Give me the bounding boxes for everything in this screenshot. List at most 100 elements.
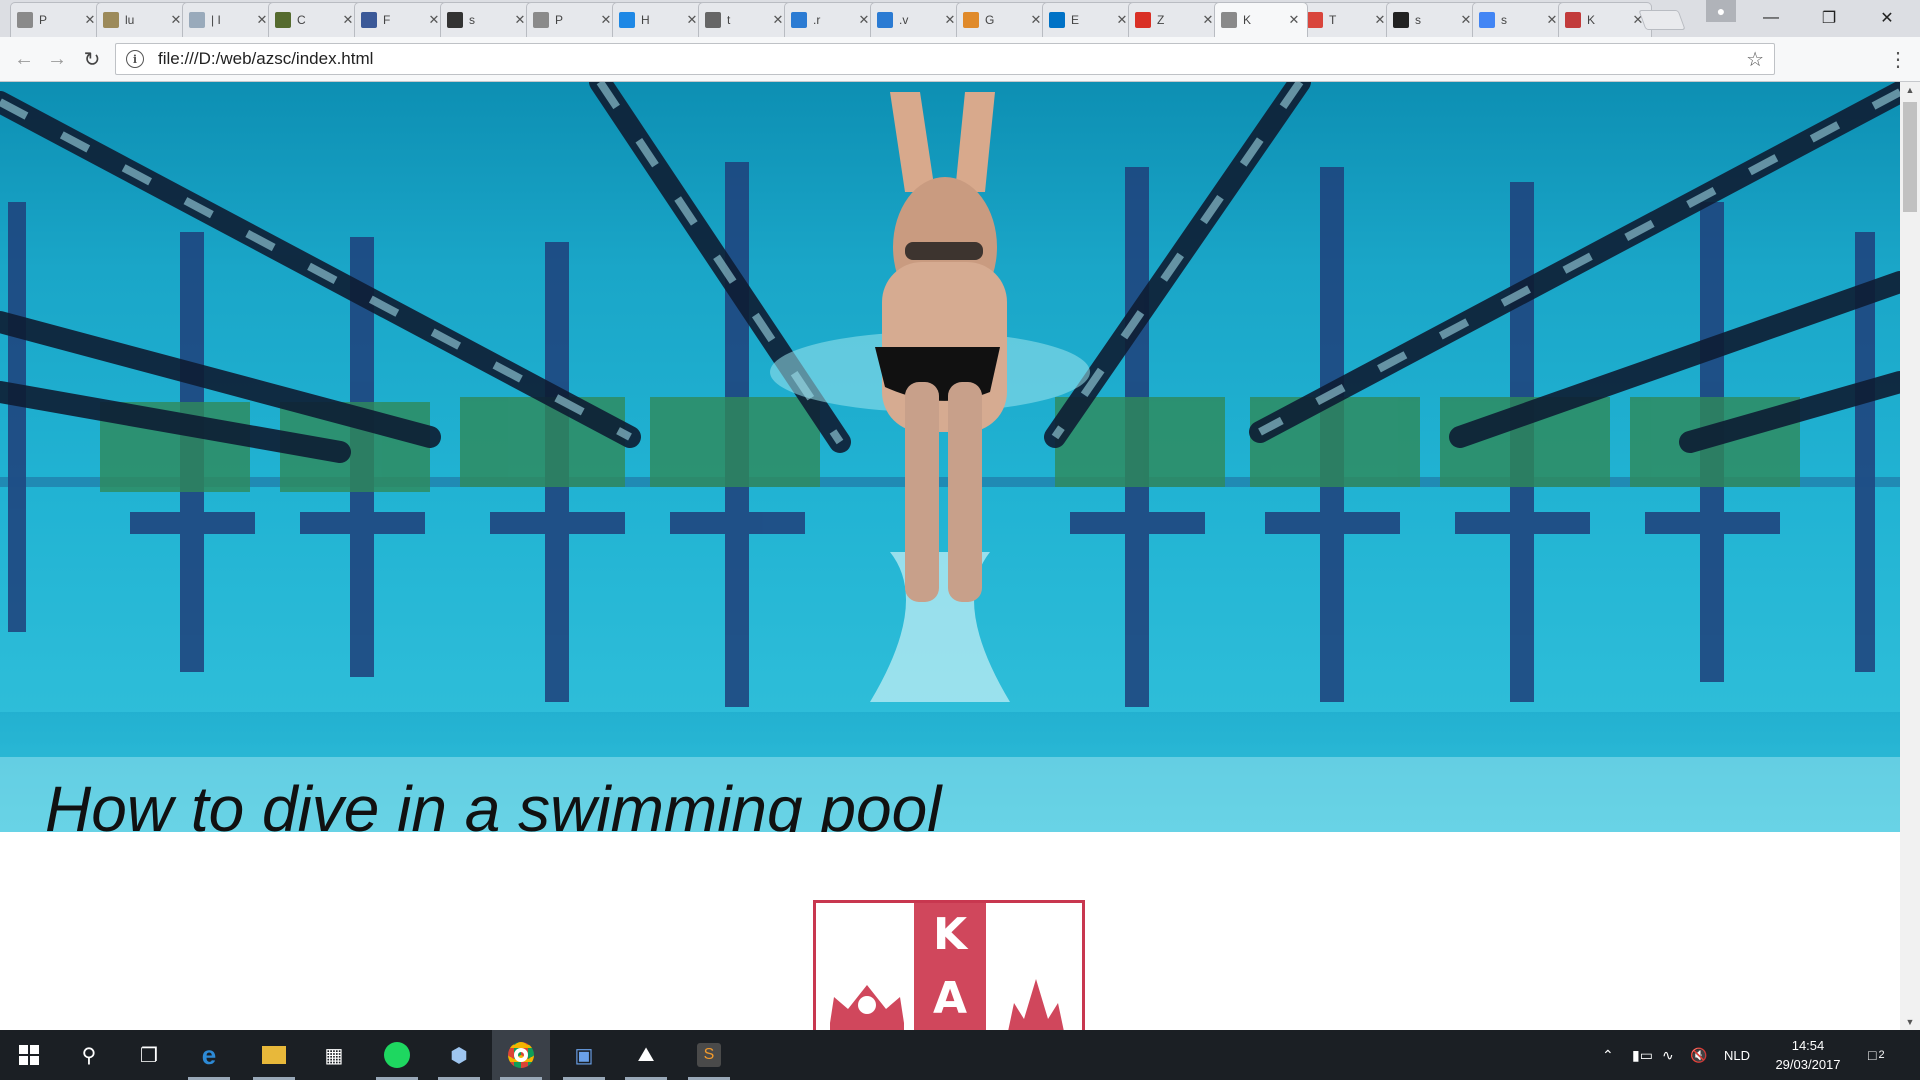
gmail-icon	[1135, 12, 1151, 28]
flame-icon	[1008, 979, 1064, 1030]
close-tab-icon[interactable]: ✕	[513, 12, 527, 28]
tab-title: s	[469, 13, 475, 27]
browser-tab[interactable]: .r ✕	[784, 2, 878, 37]
bookmark-star-icon[interactable]: ☆	[1746, 47, 1764, 72]
taskbar-network-app[interactable]: ▣	[555, 1030, 613, 1080]
person-icon: ●	[1716, 3, 1726, 19]
more-vert-icon: ⋮	[1888, 49, 1908, 71]
browser-menu-button[interactable]: ⋮	[1888, 47, 1908, 72]
tab-title: K	[1587, 13, 1596, 27]
address-bar[interactable]: i file:///D:/web/azsc/index.html ☆	[115, 43, 1775, 75]
browser-tab[interactable]: s ✕	[1386, 2, 1480, 37]
browser-tab[interactable]: C ✕	[268, 2, 362, 37]
close-tab-icon[interactable]: ✕	[1459, 12, 1473, 28]
profile-button[interactable]: ●	[1706, 0, 1736, 22]
browser-tab[interactable]: lu ✕	[96, 2, 190, 37]
minimize-button[interactable]: —	[1742, 0, 1800, 36]
restore-button[interactable]: ❐	[1800, 0, 1858, 36]
taskbar-file-explorer[interactable]	[245, 1030, 303, 1080]
back-button[interactable]: ←	[10, 45, 38, 73]
taskbar-virtualbox[interactable]: ⬢	[430, 1030, 488, 1080]
tab-title: G	[985, 13, 995, 27]
club-logo: K A	[813, 900, 1085, 1030]
forward-button[interactable]: →	[43, 45, 71, 73]
search-button[interactable]: ⚲	[60, 1030, 118, 1080]
close-tab-icon[interactable]: ✕	[771, 12, 785, 28]
tab-title: t	[727, 13, 731, 27]
close-window-button[interactable]: ✕	[1858, 0, 1916, 36]
scroll-up-arrow-icon[interactable]: ▲	[1900, 82, 1920, 98]
close-tab-icon[interactable]: ✕	[857, 12, 871, 28]
browser-tab[interactable]: | I ✕	[182, 2, 276, 37]
show-hidden-icons-button[interactable]: ⌃	[1602, 1030, 1614, 1080]
info-icon[interactable]: i	[126, 50, 144, 68]
browser-tab[interactable]: T ✕	[1300, 2, 1394, 37]
reload-button[interactable]: ↻	[78, 45, 106, 73]
browser-tab[interactable]: P ✕	[526, 2, 620, 37]
close-tab-icon[interactable]: ✕	[1115, 12, 1129, 28]
close-tab-icon[interactable]: ✕	[1201, 12, 1215, 28]
close-tab-icon[interactable]: ✕	[1029, 12, 1043, 28]
close-tab-icon[interactable]: ✕	[255, 12, 269, 28]
wifi-button[interactable]: ∿	[1662, 1030, 1674, 1080]
scroll-down-arrow-icon[interactable]: ▼	[1900, 1014, 1920, 1030]
close-tab-icon[interactable]: ✕	[943, 12, 957, 28]
tab-title: | I	[211, 13, 221, 27]
browser-tab[interactable]: G ✕	[956, 2, 1050, 37]
close-tab-icon[interactable]: ✕	[685, 12, 699, 28]
close-icon: ✕	[1880, 10, 1894, 27]
close-tab-icon[interactable]: ✕	[427, 12, 441, 28]
browser-tab[interactable]: Z ✕	[1128, 2, 1222, 37]
language-indicator[interactable]: NLD	[1724, 1030, 1750, 1080]
browser-tab[interactable]: F ✕	[354, 2, 448, 37]
store-icon: ▦	[324, 1044, 344, 1067]
taskbar-photos[interactable]: ⛰	[617, 1030, 675, 1080]
close-tab-icon[interactable]: ✕	[341, 12, 355, 28]
battery-button[interactable]: ▮▭	[1632, 1030, 1653, 1080]
close-tab-icon[interactable]: ✕	[169, 12, 183, 28]
tab-title: P	[555, 13, 564, 27]
system-clock[interactable]: 14:54 29/03/2017	[1773, 1036, 1843, 1074]
tab-title: F	[383, 13, 391, 27]
action-center-button[interactable]: □ 2	[1868, 1030, 1885, 1080]
file-explorer-icon	[262, 1046, 286, 1064]
browser-tab[interactable]: H ✕	[612, 2, 706, 37]
browser-tab[interactable]: s ✕	[440, 2, 534, 37]
taskbar-edge[interactable]: e	[180, 1030, 238, 1080]
diver-figure	[875, 92, 1007, 602]
browser-toolbar: ← → ↻ i file:///D:/web/azsc/index.html ☆…	[0, 37, 1920, 82]
browser-tab[interactable]: E ✕	[1042, 2, 1136, 37]
outlook-icon	[1049, 12, 1065, 28]
browser-tab[interactable]: t ✕	[698, 2, 792, 37]
edge-icon: e	[201, 1039, 217, 1070]
page-scrollbar[interactable]: ▲ ▼	[1900, 82, 1920, 1030]
close-tab-icon[interactable]: ✕	[1373, 12, 1387, 28]
hero-image: How to dive in a swimming pool	[0, 82, 1900, 832]
photos-icon: ⛰	[637, 1043, 655, 1066]
start-button[interactable]	[0, 1030, 58, 1080]
volume-button[interactable]: 🔇	[1690, 1030, 1707, 1080]
new-tab-button[interactable]	[1638, 10, 1686, 30]
close-tab-icon[interactable]: ✕	[83, 12, 97, 28]
facebook-icon	[361, 12, 377, 28]
tab-title: P	[39, 13, 48, 27]
taskbar-chrome[interactable]	[492, 1030, 550, 1080]
reload-icon: ↻	[83, 48, 101, 71]
close-tab-icon[interactable]: ✕	[1545, 12, 1559, 28]
browser-tab[interactable]: s ✕	[1472, 2, 1566, 37]
close-tab-icon[interactable]: ✕	[1287, 12, 1301, 28]
windows-taskbar: ⚲ ❐ e ▦ ⬢ ▣ ⛰ S ⌃ ▮▭ ∿ 🔇 NLD 14:54 29/03…	[0, 1030, 1920, 1080]
codepen-icon	[447, 12, 463, 28]
taskbar-sublime[interactable]: S	[680, 1030, 738, 1080]
clock-time: 14:54	[1791, 1038, 1825, 1053]
taskbar-spotify[interactable]	[368, 1030, 426, 1080]
task-view-button[interactable]: ❐	[120, 1030, 178, 1080]
document-icon	[17, 12, 33, 28]
browser-tab[interactable]: K ✕	[1558, 2, 1652, 37]
scrollbar-thumb[interactable]	[1903, 102, 1917, 212]
close-tab-icon[interactable]: ✕	[599, 12, 613, 28]
browser-tab[interactable]: K ✕	[1214, 2, 1308, 37]
browser-tab[interactable]: .v ✕	[870, 2, 964, 37]
browser-tab[interactable]: P ✕	[10, 2, 104, 37]
taskbar-store[interactable]: ▦	[305, 1030, 363, 1080]
